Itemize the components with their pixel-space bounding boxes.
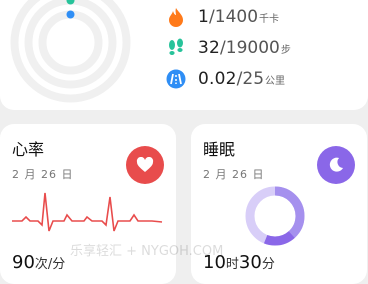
footprints-icon	[166, 38, 186, 58]
steps-stat: 32 /19000 步	[166, 36, 291, 60]
moon-icon	[329, 157, 343, 172]
heart-rate-title: 心率	[12, 140, 45, 159]
distance-goal: /25	[236, 69, 265, 89]
heart-badge	[126, 146, 164, 184]
distance-value: 0.02	[198, 69, 237, 89]
distance-ring-progress	[66, 10, 75, 19]
flame-icon	[166, 7, 186, 27]
distance-icon	[166, 69, 186, 89]
steps-goal: /19000	[220, 38, 280, 58]
sleep-card[interactable]: 睡眠 2 月 26 日 10时30分	[191, 124, 367, 284]
sleep-title: 睡眠	[203, 140, 236, 159]
activity-rings	[10, 0, 131, 103]
steps-unit: 步	[280, 44, 291, 56]
distance-unit: 公里	[265, 75, 286, 87]
watermark: 乐享轻汇 + NYGOH.COM	[70, 244, 224, 259]
heart-rate-card[interactable]: 心率 2 月 26 日 90次/分	[0, 124, 176, 284]
sleep-minutes: 30	[238, 252, 262, 273]
calories-stat: 1 /1400 千卡	[166, 5, 279, 29]
calories-value: 1	[198, 7, 210, 27]
heart-icon	[136, 157, 154, 172]
distance-stat: 0.02 /25 公里	[166, 67, 285, 91]
steps-value: 32	[198, 38, 221, 58]
heart-rate-reading: 90次/分	[12, 252, 65, 273]
sleep-hours-unit: 时	[225, 257, 239, 272]
calories-unit: 千卡	[259, 13, 280, 25]
sleep-date: 2 月 26 日	[203, 168, 265, 181]
sleep-minutes-unit: 分	[261, 257, 275, 272]
heart-rate-date: 2 月 26 日	[12, 168, 74, 181]
activity-card[interactable]: 1 /1400 千卡 32 /19000 步 0.02 /25 公里	[0, 0, 368, 110]
calories-goal: /1400	[209, 7, 259, 27]
sleep-donut	[245, 186, 305, 246]
moon-badge	[317, 146, 355, 184]
heart-rate-waveform	[12, 192, 163, 232]
heart-rate-value: 90	[12, 252, 35, 273]
heart-rate-unit: 次/分	[34, 257, 66, 272]
